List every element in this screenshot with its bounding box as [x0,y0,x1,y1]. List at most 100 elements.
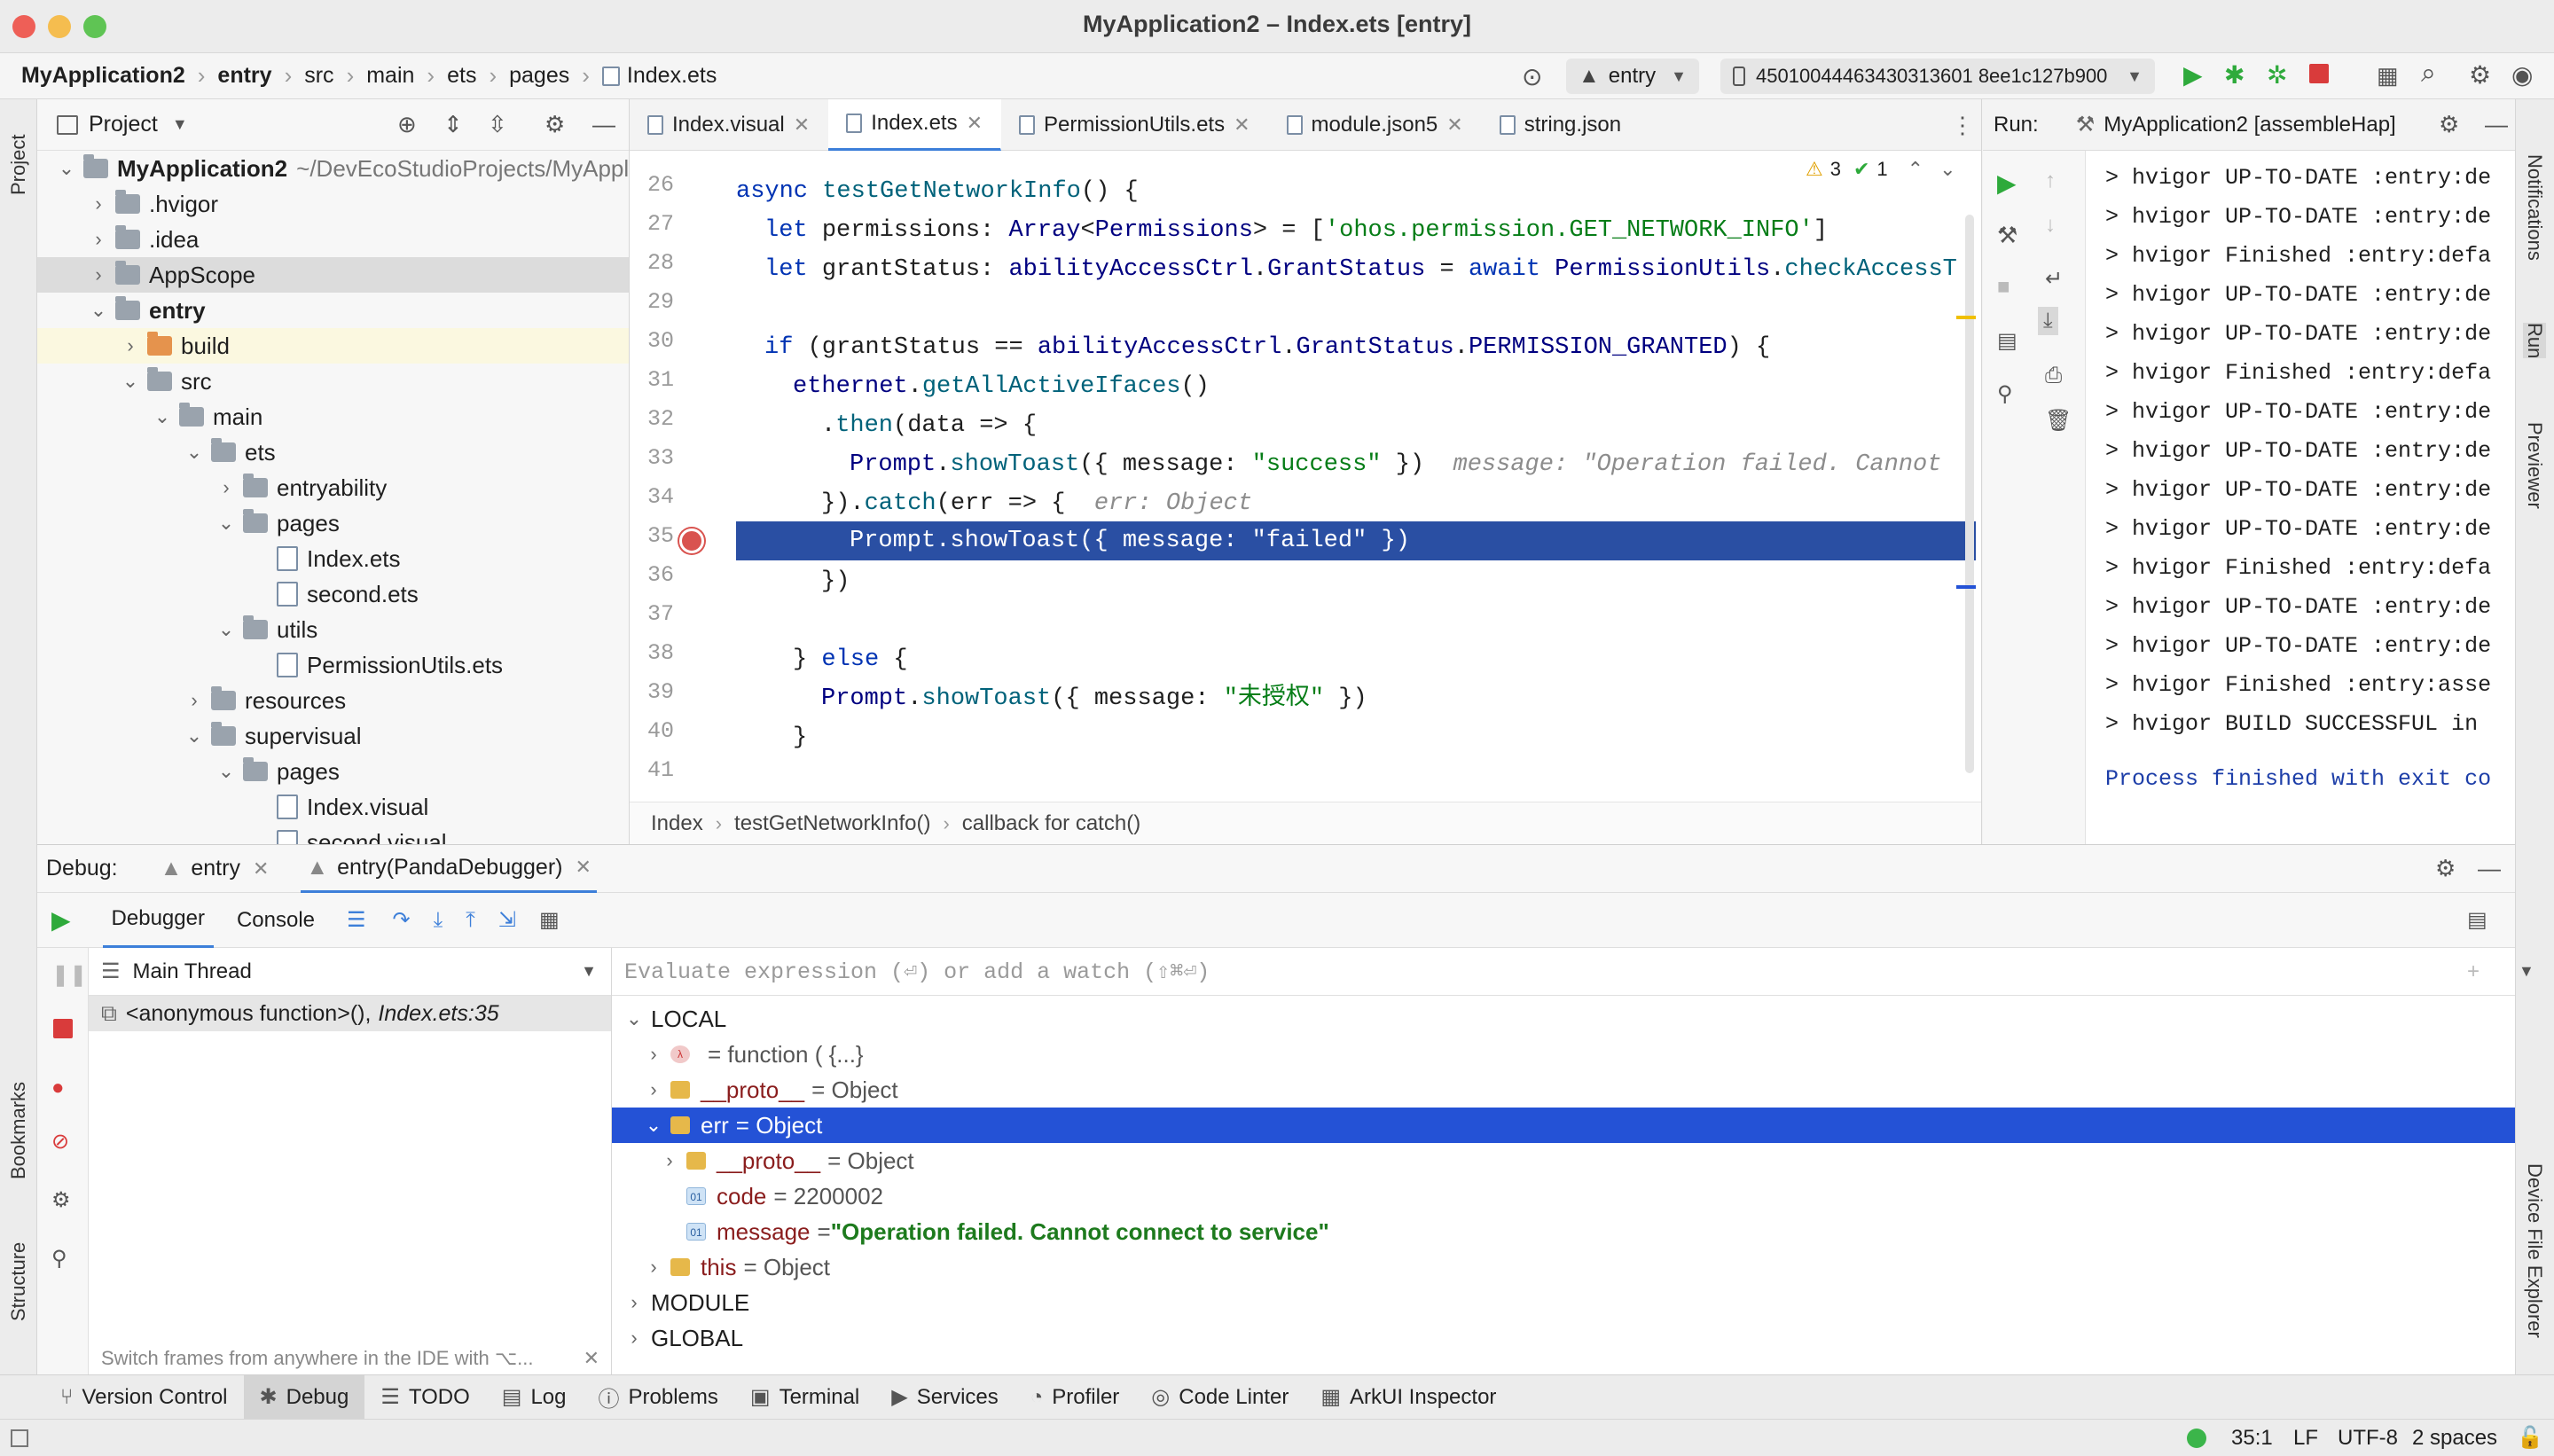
step-over-icon[interactable]: ↷ [393,907,411,933]
debug-session-tab-active[interactable]: ▲ entry(PandaDebugger) ✕ [301,845,597,893]
wrench-icon[interactable]: ⚒ [1997,222,2017,249]
code-line-38[interactable]: } else { [736,640,908,679]
collapse-all-icon[interactable]: ⇳ [488,111,507,138]
rerun-icon[interactable]: ▶ [1997,168,2017,198]
chevron-right-icon[interactable]: › [624,1291,644,1314]
run-tool-tab[interactable]: Run [2523,323,2546,359]
tab-index-ets[interactable]: Index.ets ✕ [828,99,1002,151]
project-tree-item[interactable]: › .idea [37,222,629,257]
project-tree-item[interactable]: › build [37,328,629,364]
code-line-40[interactable]: } [736,718,807,757]
chevron-down-icon[interactable]: ⌄ [216,618,236,641]
chevron-down-icon[interactable]: ⌄ [89,299,108,322]
breadcrumb-ets[interactable]: ets [447,63,476,89]
chevron-up-icon[interactable]: ⌃ [1908,158,1923,181]
close-icon[interactable]: ✕ [575,856,591,879]
project-tree-item[interactable]: › entryability [37,470,629,505]
project-view-select[interactable]: Project [89,112,158,137]
code-line-27[interactable]: let permissions: Array<Permissions> = ['… [736,211,1828,250]
notifications-tool-tab[interactable]: Notifications [2523,154,2546,261]
chevron-right-icon[interactable]: › [121,334,140,357]
layout-settings-icon[interactable]: ▤ [2467,907,2487,933]
view-breakpoints-icon[interactable]: ● [51,1076,65,1100]
add-watch-icon[interactable]: + [2467,959,2480,984]
project-tree-item[interactable]: › .hvigor [37,186,629,222]
log-tool[interactable]: ▤ Log [486,1375,583,1420]
close-icon[interactable]: ✕ [253,857,269,881]
profiler-tool[interactable]: ◔ Profiler [1015,1375,1136,1420]
debug-bug-icon[interactable]: ✱ [2224,60,2245,90]
code-line-30[interactable]: if (grantStatus == abilityAccessCtrl.Gra… [736,328,1770,367]
breadcrumb-pages[interactable]: pages [509,63,569,89]
code-line-28[interactable]: let grantStatus: abilityAccessCtrl.Grant… [736,250,1957,289]
device-select[interactable]: 45010044463430313601 8ee1c127b900 ▼ [1720,59,2155,94]
chevron-right-icon[interactable]: › [216,476,236,499]
project-tree-item[interactable]: second.visual [37,825,629,844]
editor-scrollbar[interactable] [1965,215,1974,773]
run-config-tab[interactable]: MyApplication2 [assembleHap] [2104,113,2396,137]
scroll-to-end-icon[interactable]: ⤓ [2038,307,2058,335]
resume-icon[interactable]: ▶ [51,905,71,935]
more-vertical-icon[interactable]: ⋮ [1951,112,1974,139]
breadcrumb-file[interactable]: Index.ets [627,63,717,89]
tab-index-visual[interactable]: Index.visual ✕ [630,99,828,151]
mute-breakpoints-icon[interactable]: ⊘ [51,1129,69,1155]
project-tree-item[interactable]: ⌄ pages [37,505,629,541]
stop-icon[interactable] [53,1019,73,1038]
debug-session-tab[interactable]: entry [191,856,240,881]
gear-icon[interactable]: ⚙ [2439,111,2459,138]
gear-icon[interactable]: ⚙ [51,1187,71,1213]
variable-section[interactable]: › GLOBAL [612,1320,2515,1356]
arrow-up-icon[interactable]: ↑ [2045,168,2056,193]
breadcrumb-src[interactable]: src [304,63,333,89]
structure-tool-tab[interactable]: Structure [7,1242,30,1321]
arrow-down-icon[interactable]: ↓ [2045,213,2056,238]
code-line-33[interactable]: Prompt.showToast({ message: "success" })… [736,445,1941,484]
layout-icon[interactable]: ▤ [1997,328,2017,354]
code-line-36[interactable]: }) [736,562,850,601]
chevron-down-icon[interactable]: ⌄ [184,441,204,464]
run-icon[interactable]: ▶ [2183,60,2203,90]
gear-icon[interactable]: ⚙ [2469,60,2491,90]
breadcrumb-item[interactable]: testGetNetworkInfo() [734,811,930,836]
code-line-39[interactable]: Prompt.showToast({ message: "未授权" }) [736,679,1367,718]
breadcrumb-item[interactable]: Index [651,811,703,836]
file-encoding[interactable]: UTF-8 [2338,1426,2398,1451]
tab-module-json5[interactable]: module.json5 ✕ [1269,99,1482,151]
locate-file-icon[interactable]: ⊕ [397,111,417,138]
variable-row[interactable]: › λ = function ( {...} [612,1037,2515,1072]
close-icon[interactable]: ✕ [794,114,810,137]
project-tree-item[interactable]: ⌄ utils [37,612,629,647]
status-ok-icon[interactable] [2187,1428,2206,1448]
threads-menu-icon[interactable]: ☰ [347,907,366,933]
variable-row[interactable]: › __proto__ = Object [612,1072,2515,1108]
chevron-down-icon[interactable]: ⌄ [121,370,140,393]
project-tree-item[interactable]: ⌄ MyApplication2 ~/DevEcoStudioProjects/My… [37,151,629,186]
variable-row[interactable]: › this = Object [612,1249,2515,1285]
indent-setting[interactable]: 2 spaces [2412,1426,2497,1451]
chevron-down-icon[interactable]: ⌄ [57,157,76,180]
chevron-right-icon[interactable]: › [660,1149,679,1172]
project-tree-item[interactable]: Index.ets [37,541,629,576]
trash-icon[interactable]: 🗑 [2045,408,2072,434]
code-line-35[interactable]: Prompt.showToast({ message: "failed" }) [736,521,1410,560]
project-tool-tab[interactable]: Project [7,135,30,195]
breadcrumb-module[interactable]: entry [217,63,271,89]
gear-icon[interactable]: ⚙ [544,111,565,138]
chevron-down-icon[interactable]: ⌄ [153,405,172,428]
breadcrumb-main[interactable]: main [366,63,414,89]
inspection-widget[interactable]: ⚠ 3 ✔ 1 ⌃ ⌄ [1806,158,1956,181]
breadcrumb-item[interactable]: callback for catch() [962,811,1140,836]
step-out-icon[interactable]: ⤒ [466,908,475,933]
pin-icon[interactable]: ⚲ [51,1246,67,1272]
variable-section[interactable]: ⌄ LOCAL [612,1001,2515,1037]
panel-toggle-icon[interactable] [11,1429,28,1447]
step-into-icon[interactable]: ⤓ [434,908,443,933]
stop-icon[interactable]: ■ [1997,275,2010,300]
variable-row[interactable]: › __proto__ = Object [612,1143,2515,1178]
account-icon[interactable]: ◉ [2511,60,2533,90]
terminal-tool[interactable]: ▣ Terminal [734,1375,875,1420]
project-tree-item[interactable]: ⌄ main [37,399,629,434]
hide-panel-icon[interactable]: — [2485,111,2508,138]
tab-debugger[interactable]: Debugger [102,893,214,948]
